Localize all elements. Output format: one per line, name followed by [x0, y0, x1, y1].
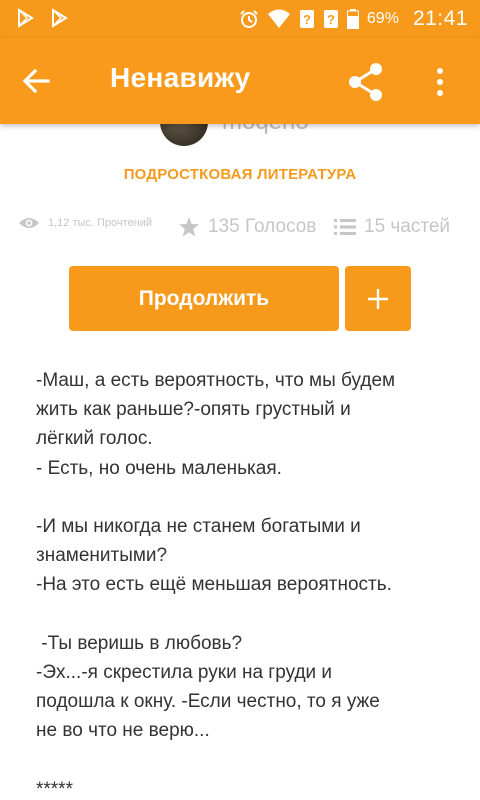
- system-icons: ? ? 69% 21:41: [239, 0, 468, 38]
- reads-stat: 1,12 тыс. Прочтений: [18, 216, 152, 230]
- story-stats: 1,12 тыс. Прочтений 135 Голосов 15 часте…: [18, 216, 468, 242]
- story-line: лёгкий голос.: [36, 428, 153, 450]
- svg-text:?: ?: [303, 12, 311, 27]
- more-vert-icon[interactable]: [428, 64, 452, 100]
- share-icon[interactable]: [344, 60, 388, 104]
- play-store-icon: [52, 8, 68, 28]
- story-text: -Маш, а есть вероятность, что мы будем жи…: [36, 366, 456, 800]
- status-bar: ? ? 69% 21:41: [0, 0, 480, 38]
- play-store-icon: [18, 8, 34, 28]
- story-title: Ненавижу: [110, 62, 251, 93]
- genre-label[interactable]: ПОДРОСТКОВАЯ ЛИТЕРАТУРА: [0, 166, 480, 183]
- author-row[interactable]: moqeno: [160, 124, 309, 146]
- story-content: moqeno ПОДРОСТКОВАЯ ЛИТЕРАТУРА 1,12 тыс.…: [0, 124, 480, 800]
- wifi-icon: [267, 9, 290, 28]
- parts-count: 15 частей: [364, 216, 451, 237]
- clock: 21:41: [412, 7, 468, 30]
- signal-unknown-icon: ?: [323, 10, 338, 28]
- story-line: -Ты веришь в любовь?: [36, 632, 243, 654]
- story-line: [36, 600, 456, 629]
- add-to-library-button[interactable]: [345, 266, 411, 331]
- votes-count: 135 Голосов: [208, 216, 317, 237]
- story-line: - Есть, но очень маленькая.: [36, 457, 282, 479]
- battery-percent: 69%: [366, 10, 399, 27]
- story-line: жить как раньше?-опять грустный и: [36, 399, 351, 421]
- continue-reading-button[interactable]: Продолжить: [69, 266, 339, 331]
- app-bar: Ненавижу: [0, 38, 480, 124]
- battery-icon: [346, 9, 359, 29]
- star-icon: [179, 217, 199, 237]
- parts-stat: 15 частей: [334, 216, 450, 238]
- story-line: -Маш, а есть вероятность, что мы будем: [36, 370, 396, 391]
- signal-unknown-icon: ?: [299, 10, 314, 28]
- story-line: [36, 746, 456, 775]
- svg-text:?: ?: [327, 12, 335, 27]
- story-line: знаменитыми?: [36, 545, 168, 567]
- avatar[interactable]: [160, 124, 208, 146]
- back-arrow-icon[interactable]: [18, 63, 54, 99]
- alarm-icon: [240, 10, 258, 28]
- notification-icons: [16, 8, 70, 28]
- story-line: -И мы никогда не станем богатыми и: [36, 516, 361, 537]
- reads-count: 1,12 тыс. Прочтений: [48, 217, 153, 229]
- author-name[interactable]: moqeno: [222, 124, 309, 136]
- plus-icon: [368, 288, 388, 309]
- story-line: не во что не верю...: [36, 720, 210, 742]
- list-icon: [334, 219, 356, 235]
- story-line: -На это есть ещё меньшая вероятность.: [36, 574, 392, 596]
- story-line: -Эх...-я скрестила руки на груди и: [36, 662, 333, 683]
- votes-stat: 135 Голосов: [178, 216, 316, 238]
- story-line: *****: [36, 778, 73, 800]
- story-line: подошла к окну. -Если честно, то я уже: [36, 691, 380, 713]
- story-line: [36, 483, 456, 512]
- eye-icon: [19, 218, 39, 228]
